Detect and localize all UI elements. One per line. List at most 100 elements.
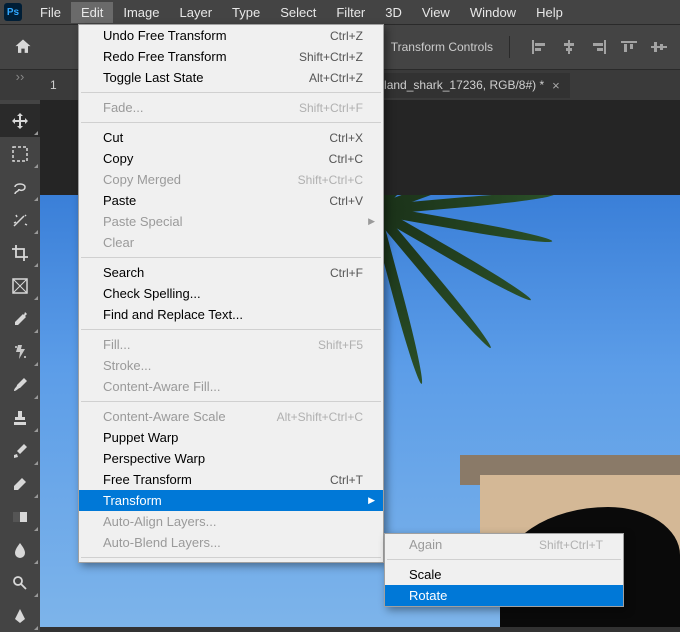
menu-item-search[interactable]: SearchCtrl+F — [79, 262, 383, 283]
menu-item-shortcut: Ctrl+F — [330, 266, 363, 280]
menubar-item-file[interactable]: File — [30, 2, 71, 23]
menu-separator — [81, 329, 381, 330]
tool-gradient[interactable] — [0, 500, 40, 533]
menubar-item-layer[interactable]: Layer — [170, 2, 223, 23]
tool-heal[interactable] — [0, 335, 40, 368]
menu-item-shortcut: Ctrl+V — [329, 194, 363, 208]
align-center-v-button[interactable] — [646, 36, 672, 58]
menubar-item-view[interactable]: View — [412, 2, 460, 23]
menu-item-transform[interactable]: Transform ▶ — [79, 490, 383, 511]
menu-item-redo-free-transform[interactable]: Redo Free TransformShift+Ctrl+Z — [79, 46, 383, 67]
frame-icon — [10, 276, 30, 296]
tool-crop[interactable] — [0, 236, 40, 269]
tool-eyedropper[interactable] — [0, 302, 40, 335]
document-tab[interactable]: enland_shark_17236, RGB/8#) * × — [361, 73, 570, 98]
transform-submenu: AgainShift+Ctrl+TScaleRotate — [384, 533, 624, 607]
menu-item-label: Again — [409, 537, 539, 552]
home-button[interactable] — [8, 33, 38, 61]
doc-tab-prefix: 1 — [50, 78, 57, 92]
menu-item-label: Check Spelling... — [103, 286, 363, 301]
menu-item-label: Fade... — [103, 100, 299, 115]
lasso-icon — [10, 177, 30, 197]
panel-expand-handle[interactable]: ›› — [0, 70, 40, 82]
menu-separator — [81, 401, 381, 402]
align-top-icon — [621, 40, 637, 54]
tool-brush[interactable] — [0, 368, 40, 401]
menu-item-label: Redo Free Transform — [103, 49, 299, 64]
align-top-button[interactable] — [616, 36, 642, 58]
menu-item-auto-blend-layers: Auto-Blend Layers... — [79, 532, 383, 553]
menu-item-label: Paste — [103, 193, 329, 208]
menu-item-paste[interactable]: PasteCtrl+V — [79, 190, 383, 211]
menu-item-auto-align-layers: Auto-Align Layers... — [79, 511, 383, 532]
menu-item-label: Copy — [103, 151, 329, 166]
wand-icon — [10, 210, 30, 230]
menu-item-label: Transform — [103, 493, 363, 508]
menu-item-copy[interactable]: CopyCtrl+C — [79, 148, 383, 169]
menubar-item-3d[interactable]: 3D — [375, 2, 412, 23]
gradient-icon — [10, 507, 30, 527]
menu-item-cut[interactable]: CutCtrl+X — [79, 127, 383, 148]
submenu-item-scale[interactable]: Scale — [385, 564, 623, 585]
menu-item-shortcut: Shift+Ctrl+C — [298, 173, 363, 187]
tool-wand[interactable] — [0, 203, 40, 236]
menubar-item-image[interactable]: Image — [113, 2, 169, 23]
menubar-item-select[interactable]: Select — [270, 2, 326, 23]
align-left-button[interactable] — [526, 36, 552, 58]
close-icon[interactable]: × — [552, 78, 560, 93]
align-center-h-button[interactable] — [556, 36, 582, 58]
tool-marquee[interactable] — [0, 137, 40, 170]
menubar-item-filter[interactable]: Filter — [326, 2, 375, 23]
tool-blur[interactable] — [0, 533, 40, 566]
tool-stamp[interactable] — [0, 401, 40, 434]
align-right-button[interactable] — [586, 36, 612, 58]
menu-item-label: Paste Special — [103, 214, 363, 229]
menu-item-label: Rotate — [409, 588, 603, 603]
menu-item-shortcut: Shift+Ctrl+Z — [299, 50, 363, 64]
menu-item-label: Stroke... — [103, 358, 363, 373]
align-left-icon — [531, 40, 547, 54]
menu-separator — [81, 257, 381, 258]
menu-item-perspective-warp[interactable]: Perspective Warp — [79, 448, 383, 469]
toolbox — [0, 100, 40, 632]
align-center-v-icon — [651, 40, 667, 54]
tool-pen[interactable] — [0, 599, 40, 632]
menu-item-free-transform[interactable]: Free TransformCtrl+T — [79, 469, 383, 490]
menubar-item-type[interactable]: Type — [222, 2, 270, 23]
menu-item-label: Copy Merged — [103, 172, 298, 187]
heal-icon — [10, 342, 30, 362]
menu-item-puppet-warp[interactable]: Puppet Warp — [79, 427, 383, 448]
menu-item-label: Content-Aware Scale — [103, 409, 277, 424]
tool-lasso[interactable] — [0, 170, 40, 203]
menu-item-toggle-last-state[interactable]: Toggle Last StateAlt+Ctrl+Z — [79, 67, 383, 88]
align-right-icon — [591, 40, 607, 54]
menu-item-label: Find and Replace Text... — [103, 307, 363, 322]
menubar-item-window[interactable]: Window — [460, 2, 526, 23]
menubar-item-edit[interactable]: Edit — [71, 2, 113, 23]
menu-item-shortcut: Alt+Shift+Ctrl+C — [277, 410, 363, 424]
eyedropper-icon — [10, 309, 30, 329]
submenu-item-rotate[interactable]: Rotate — [385, 585, 623, 606]
menu-item-check-spelling[interactable]: Check Spelling... — [79, 283, 383, 304]
menu-item-find-and-replace-text[interactable]: Find and Replace Text... — [79, 304, 383, 325]
options-label: Transform Controls — [391, 40, 493, 54]
submenu-arrow-icon: ▶ — [368, 495, 375, 506]
menu-separator — [81, 122, 381, 123]
marquee-icon — [10, 144, 30, 164]
menu-item-shortcut: Ctrl+X — [329, 131, 363, 145]
pen-icon — [10, 606, 30, 626]
tool-dodge[interactable] — [0, 566, 40, 599]
document-tab-title: enland_shark_17236, RGB/8#) * — [371, 78, 544, 92]
tool-move[interactable] — [0, 104, 40, 137]
tool-frame[interactable] — [0, 269, 40, 302]
menu-item-label: Toggle Last State — [103, 70, 309, 85]
menu-item-stroke: Stroke... — [79, 355, 383, 376]
tool-history[interactable] — [0, 434, 40, 467]
menu-item-shortcut: Shift+F5 — [318, 338, 363, 352]
menu-item-undo-free-transform[interactable]: Undo Free TransformCtrl+Z — [79, 25, 383, 46]
menu-item-shortcut: Alt+Ctrl+Z — [309, 71, 363, 85]
tool-eraser[interactable] — [0, 467, 40, 500]
menubar-item-help[interactable]: Help — [526, 2, 573, 23]
brush-icon — [10, 375, 30, 395]
crop-icon — [10, 243, 30, 263]
